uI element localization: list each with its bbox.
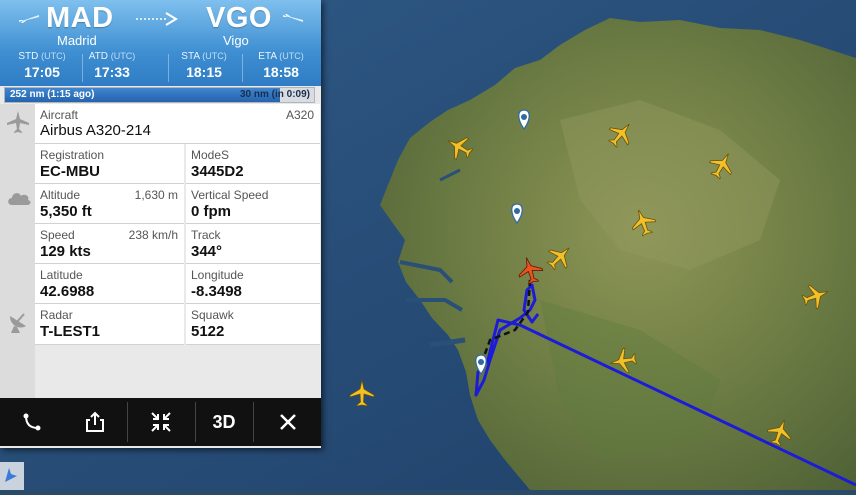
altitude-cell: Altitude 1,630 m 5,350 ft <box>35 184 184 224</box>
speed-cell: Speed 238 km/h 129 kts <box>35 224 184 264</box>
airplane-icon <box>7 111 29 133</box>
route-arrow-icon <box>136 12 178 26</box>
category-icon-column <box>0 104 35 398</box>
departure-plane-icon <box>19 15 39 23</box>
time-row: STD (UTC) 17:05 ATD (UTC) 17:33 STA (UTC… <box>0 51 321 85</box>
route-button[interactable] <box>0 398 64 446</box>
destination-code: VGO <box>206 2 272 34</box>
flight-progress-bar: 252 nm (1:15 ago) 30 nm (in 0:09) <box>4 87 315 103</box>
collapse-icon <box>151 412 171 432</box>
location-arrow-icon <box>5 468 17 482</box>
aircraft-value: Airbus A320-214 <box>40 122 151 139</box>
origin-code: MAD <box>46 2 114 34</box>
destination-city: Vigo <box>223 33 249 48</box>
share-button[interactable] <box>64 398 126 446</box>
close-button[interactable] <box>254 398 321 446</box>
panel-toolbar: 3D <box>0 398 321 446</box>
std-time: STD (UTC) 17:05 <box>18 51 66 80</box>
squawk-cell: Squawk 5122 <box>186 304 320 345</box>
3d-view-button[interactable]: 3D <box>196 398 252 446</box>
route-icon <box>23 413 41 431</box>
cloud-icon <box>8 193 31 205</box>
modes-cell: ModeS 3445D2 <box>186 144 320 184</box>
arrival-plane-icon <box>283 14 303 22</box>
flight-info-panel: MAD Madrid VGO Vigo STD (UTC) 17:05 ATD … <box>0 0 321 448</box>
atd-time: ATD (UTC) 17:33 <box>88 51 136 80</box>
progress-remaining: 30 nm (in 0:09) <box>239 89 310 100</box>
close-icon <box>279 414 296 430</box>
sta-time: STA (UTC) 18:15 <box>181 51 227 80</box>
latitude-cell: Latitude 42.6988 <box>35 264 184 304</box>
eta-time: ETA (UTC) 18:58 <box>258 51 304 80</box>
share-icon <box>86 411 104 432</box>
progress-elapsed: 252 nm (1:15 ago) <box>10 89 95 100</box>
origin-city: Madrid <box>57 33 97 48</box>
registration-cell: Registration EC-MBU <box>35 144 184 184</box>
radar-dish-icon <box>10 313 26 333</box>
aircraft-cell: Aircraft A320 Airbus A320-214 <box>35 104 320 144</box>
collapse-button[interactable] <box>128 398 194 446</box>
route-header: MAD Madrid VGO Vigo STD (UTC) 17:05 ATD … <box>0 0 321 86</box>
longitude-cell: Longitude -8.3498 <box>186 264 320 304</box>
location-button[interactable] <box>0 462 24 490</box>
radar-cell: Radar T-LEST1 <box>35 304 184 345</box>
track-cell: Track 344° <box>186 224 320 264</box>
vertical-speed-cell: Vertical Speed 0 fpm <box>186 184 320 224</box>
